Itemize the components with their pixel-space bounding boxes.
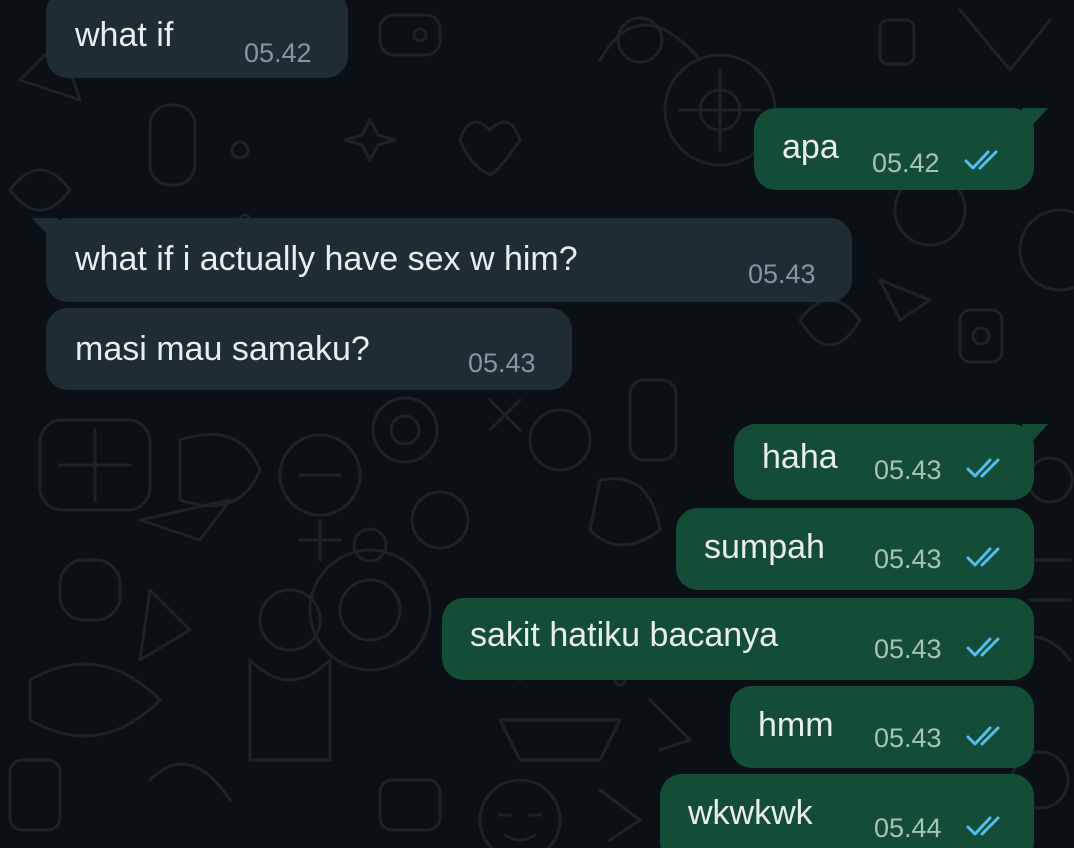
message-text: what if i actually have sex w him? bbox=[75, 240, 578, 278]
message-bubble-incoming[interactable]: masi mau samaku? 05.43 bbox=[46, 308, 572, 390]
message-time: 05.43 bbox=[748, 259, 816, 289]
message-time: 05.43 bbox=[874, 455, 942, 485]
chat-conversation[interactable]: what if 05.42 apa 05.42 what if i actual… bbox=[0, 0, 1074, 848]
message-time: 05.42 bbox=[872, 148, 940, 178]
bubble-tail bbox=[1022, 108, 1048, 132]
message-bubble-incoming[interactable]: what if i actually have sex w him? 05.43 bbox=[32, 218, 852, 302]
message-text: apa bbox=[782, 128, 839, 166]
message-text: wkwkwk bbox=[688, 794, 813, 832]
message-text: hmm bbox=[758, 706, 834, 744]
message-bubble-incoming[interactable]: what if 05.42 bbox=[46, 0, 348, 78]
message-time: 05.43 bbox=[874, 723, 942, 753]
double-check-icon bbox=[964, 150, 998, 170]
message-text: what if bbox=[75, 16, 174, 54]
message-bubble-outgoing[interactable]: haha 05.43 bbox=[734, 424, 1048, 500]
message-time: 05.43 bbox=[874, 634, 942, 664]
double-check-icon bbox=[966, 547, 1000, 567]
message-bubble-outgoing[interactable]: wkwkwk 05.44 bbox=[660, 774, 1034, 848]
message-bubble-outgoing[interactable]: apa 05.42 bbox=[754, 108, 1048, 190]
message-text: sumpah bbox=[704, 528, 825, 566]
double-check-icon bbox=[966, 816, 1000, 836]
double-check-icon bbox=[966, 726, 1000, 746]
double-check-icon bbox=[966, 637, 1000, 657]
message-bubble-outgoing[interactable]: hmm 05.43 bbox=[730, 686, 1034, 768]
bubble-tail bbox=[32, 218, 58, 242]
message-bubble-outgoing[interactable]: sumpah 05.43 bbox=[676, 508, 1034, 590]
double-check-icon bbox=[966, 458, 1000, 478]
message-time: 05.43 bbox=[468, 348, 536, 378]
message-text: sakit hatiku bacanya bbox=[470, 616, 779, 654]
message-bubble-outgoing[interactable]: sakit hatiku bacanya 05.43 bbox=[442, 598, 1034, 680]
message-text: masi mau samaku? bbox=[75, 330, 370, 368]
message-time: 05.43 bbox=[874, 544, 942, 574]
message-time: 05.42 bbox=[244, 38, 312, 68]
bubble-tail bbox=[1022, 424, 1048, 448]
message-time: 05.44 bbox=[874, 813, 942, 843]
message-text: haha bbox=[762, 438, 838, 476]
